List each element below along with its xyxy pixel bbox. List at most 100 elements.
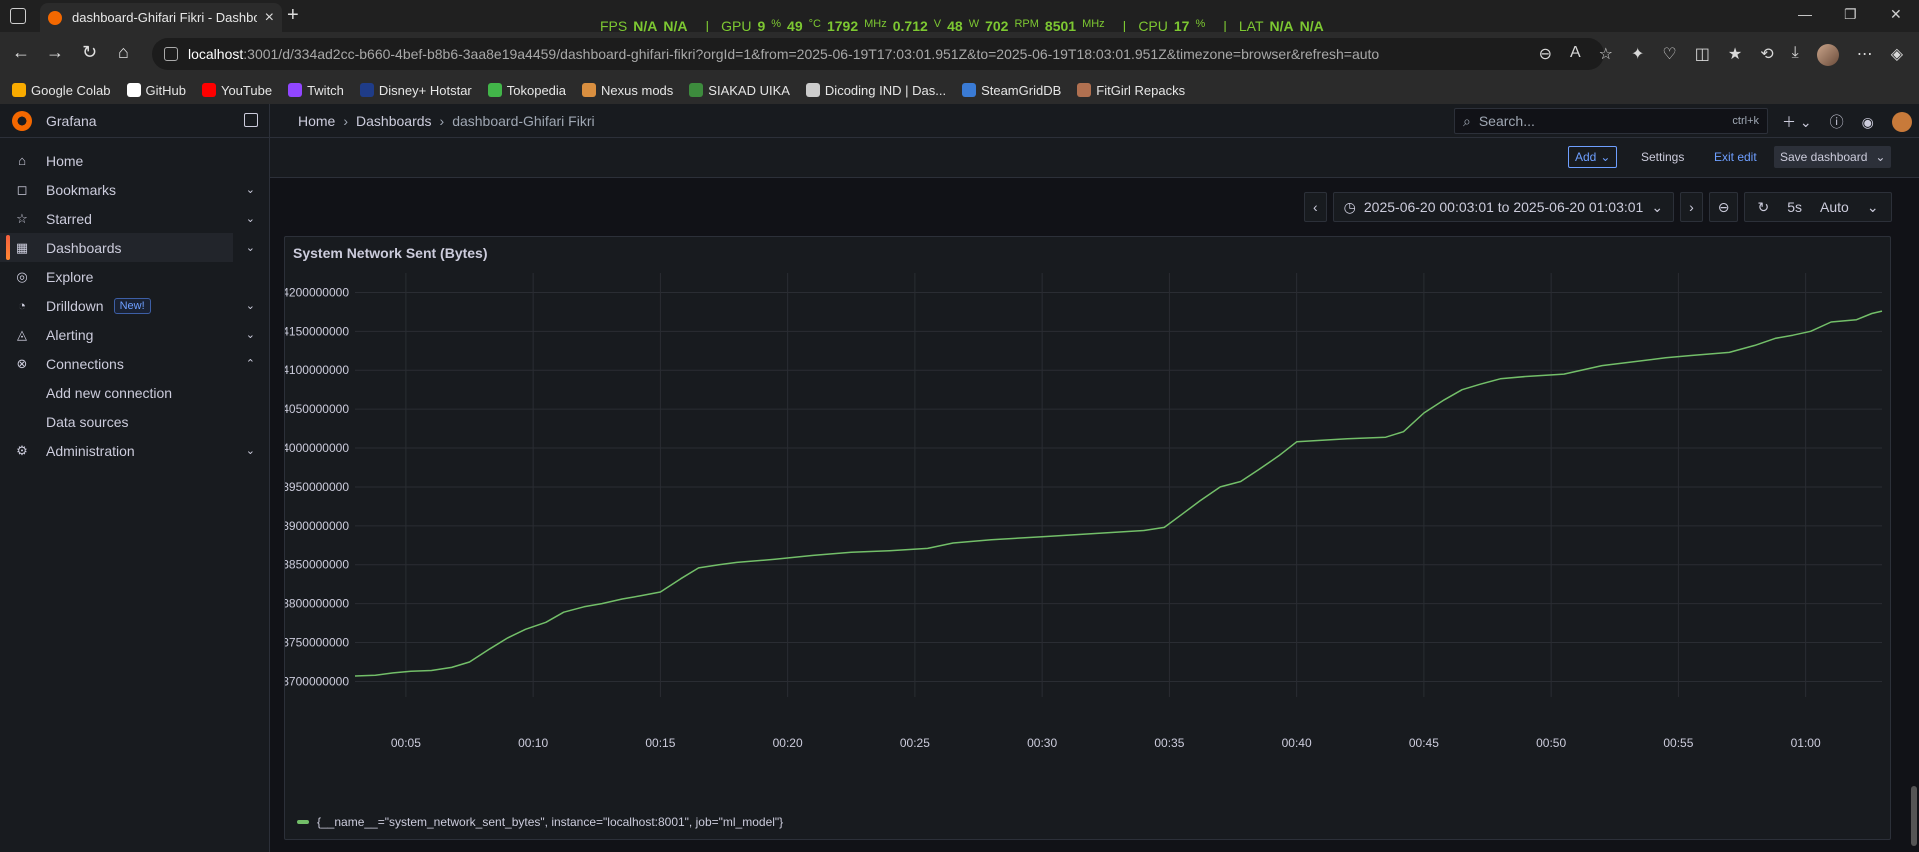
read-aloud-icon[interactable]: A [1570,44,1581,66]
refresh-interval[interactable]: 5s [1787,199,1802,215]
bookmark-item[interactable]: SteamGridDB [962,83,1061,98]
sidebar-item-connections[interactable]: ⊗ Connections ⌃ [0,349,269,378]
breadcrumb-dashboards[interactable]: Dashboards [356,113,432,129]
user-avatar[interactable] [1891,112,1912,132]
timeseries-panel[interactable]: System Network Sent (Bytes) 3700000000 37… [284,236,1891,840]
chevron-down-icon[interactable]: ⌄ [1875,150,1885,164]
sidebar-item-label: Connections [46,355,124,372]
breadcrumb-current: dashboard-Ghifari Fikri [452,113,595,129]
home-icon[interactable]: ⌂ [118,42,129,63]
extensions-icon[interactable]: ✦ [1631,44,1644,66]
favorites-icon[interactable]: ★ [1728,44,1742,66]
favorite-star-icon[interactable]: ☆ [1599,44,1613,66]
bookmark-item[interactable]: Google Colab [12,83,111,98]
time-controls: ‹ ◷ 2025-06-20 00:03:01 to 2025-06-20 01… [1304,192,1892,222]
bookmark-favicon-icon [201,83,216,97]
grafana-logo-icon[interactable] [12,110,32,131]
sidebar-item-explore[interactable]: ◎ Explore [0,262,269,291]
bookmark-item[interactable]: Disney+ Hotstar [359,83,472,98]
chevron-down-icon[interactable]: ⌄ [246,444,255,457]
sidebar-item-label: Starred [46,210,92,227]
bookmark-favicon-icon [288,83,303,97]
sidebar-item-bookmarks[interactable]: ◻ Bookmarks ⌄ [0,175,269,204]
new-menu-icon[interactable]: ＋ ⌄ [1782,112,1812,132]
add-button[interactable]: Add ⌄ [1568,146,1618,168]
bookmark-favicon-icon [359,83,374,97]
chevron-down-icon[interactable]: ⌄ [246,299,255,312]
chevron-down-icon[interactable]: ⌄ [246,212,255,225]
download-icon[interactable]: ⤓ [1792,44,1799,66]
profile-avatar[interactable] [1816,44,1839,66]
browser-essentials-icon[interactable]: ♡ [1662,44,1676,66]
bookmark-item[interactable]: Twitch [288,83,344,98]
bookmark-item[interactable]: SIAKAD UIKA [689,83,790,98]
chevron-down-icon[interactable]: ⌄ [246,328,255,341]
sidebar-item-label: Home [46,152,84,169]
split-screen-icon[interactable]: ◫ [1695,44,1710,66]
search-input[interactable]: ⌕ Search... ctrl+k [1454,108,1768,134]
zoom-icon[interactable]: ⊖ [1539,44,1552,66]
settings-button[interactable]: Settings [1641,150,1684,164]
forward-icon[interactable]: → [46,42,64,63]
series-line [354,310,1883,677]
bookmark-item[interactable]: Nexus mods [582,83,673,98]
restore-icon[interactable]: ❐ [1844,6,1857,23]
chevron-down-icon[interactable]: ⌄ [246,241,255,254]
bookmark-item[interactable]: GitHub [126,83,186,98]
scrollbar-thumb[interactable] [1911,786,1917,846]
sidebar-item-alerting[interactable]: ◬ Alerting ⌄ [0,320,269,349]
exit-edit-button[interactable]: Exit edit [1714,150,1757,164]
bookmark-favicon-icon [805,83,820,97]
news-icon[interactable]: ◉ [1862,114,1874,131]
sidebar-item-data-sources[interactable]: Data sources [0,407,269,436]
chevron-down-icon: ⌄ [1600,150,1611,164]
chevron-down-icon[interactable]: ⌄ [246,183,255,196]
legend-label[interactable]: {__name__="system_network_sent_bytes", i… [317,815,783,829]
chevron-down-icon: ⌄ [1866,198,1879,215]
time-back-button[interactable]: ‹ [1304,192,1327,222]
sidebar-item-add-new-connection[interactable]: Add new connection [0,378,269,407]
sidebar-item-label: Add new connection [46,384,173,401]
tab-actions-icon[interactable] [10,8,26,24]
time-range-picker[interactable]: ◷ 2025-06-20 00:03:01 to 2025-06-20 01:0… [1332,192,1675,222]
y-tick-label: 3950000000 [285,480,349,494]
y-tick-label: 4100000000 [285,363,349,377]
browser-tab-active[interactable]: dashboard-Ghifari Fikri - Dashboa × [40,3,282,32]
history-icon[interactable]: ⟲ [1760,44,1773,66]
copilot-icon[interactable]: ◈ [1891,44,1903,66]
bookmark-favicon-icon [126,83,141,97]
dock-menu-icon[interactable] [244,113,258,127]
y-tick-label: 3800000000 [285,597,349,611]
bookmark-item[interactable]: FitGirl Repacks [1077,83,1185,98]
minimize-icon[interactable]: — [1798,6,1812,22]
chevron-up-icon[interactable]: ⌃ [246,357,255,370]
sidebar-item-home[interactable]: ⌂ Home [0,146,269,175]
new-tab-button[interactable]: + [287,4,299,27]
more-icon[interactable]: ⋯ [1857,44,1873,66]
back-icon[interactable]: ← [12,42,30,63]
help-icon[interactable]: ⓘ [1830,112,1844,132]
close-window-icon[interactable]: ✕ [1890,6,1902,23]
zoom-out-button[interactable]: ⊖ [1708,192,1739,222]
bookmark-item[interactable]: Tokopedia [487,83,566,98]
reload-icon[interactable]: ↻ [82,42,97,63]
line-chart[interactable]: 3700000000 3750000000 3800000000 3850000000… [285,237,1892,811]
sidebar-item-administration[interactable]: ⚙ Administration ⌄ [0,436,269,465]
breadcrumb-home[interactable]: Home [298,113,335,129]
bookmark-item[interactable]: YouTube [201,83,272,98]
refresh-picker[interactable]: ↻ 5s Auto ⌄ [1744,192,1892,222]
browser-toolbar: ← → ↻ ⌂ localhost:3001/d/334ad2cc-b660-4… [0,32,1919,76]
sidebar-item-drilldown[interactable]: ◔ Drilldown New! ⌄ [0,291,269,320]
bookmark-item[interactable]: Dicoding IND | Das... [805,83,946,98]
sidebar-item-starred[interactable]: ☆ Starred ⌄ [0,204,269,233]
sidebar-item-label: Explore [46,268,94,285]
site-info-icon[interactable] [164,47,178,61]
time-forward-button[interactable]: › [1680,192,1703,222]
sidebar-item-dashboards[interactable]: ▦ Dashboards ⌄ [0,233,255,262]
sidebar-item-label: Dashboards [46,239,122,256]
refresh-icon[interactable]: ↻ [1757,199,1769,216]
save-dashboard-button[interactable]: Save dashboard ⌄ [1774,146,1892,168]
refresh-mode[interactable]: Auto [1820,199,1849,215]
address-bar[interactable]: localhost:3001/d/334ad2cc-b660-4bef-b8b6… [152,38,1604,70]
close-tab-icon[interactable]: × [265,9,274,27]
